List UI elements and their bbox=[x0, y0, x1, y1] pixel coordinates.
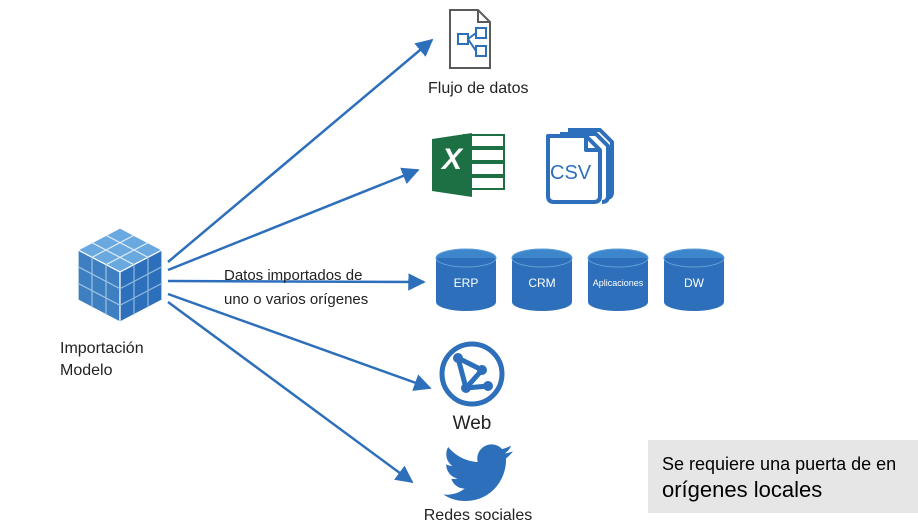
db-label: DW bbox=[660, 276, 728, 290]
db-item: Aplicaciones bbox=[584, 248, 652, 314]
db-item: DW bbox=[660, 248, 728, 314]
csv-text: CSV bbox=[550, 162, 591, 185]
target-dataflow bbox=[444, 6, 504, 81]
source-label-line1: Importación bbox=[60, 338, 144, 360]
target-excel-csv: X CSV bbox=[428, 126, 624, 204]
excel-letter: X bbox=[434, 143, 470, 177]
source-node bbox=[58, 214, 178, 339]
target-databases: ERP CRM Aplicaciones DW bbox=[432, 248, 728, 314]
dataflow-icon bbox=[444, 6, 504, 76]
source-label: Importación Modelo bbox=[60, 338, 144, 381]
db-label: Aplicaciones bbox=[584, 278, 652, 288]
social-label: Redes sociales bbox=[418, 507, 538, 525]
edge-label: Datos importados de uno o varios orígene… bbox=[224, 264, 368, 312]
db-item: ERP bbox=[432, 248, 500, 314]
db-item: CRM bbox=[508, 248, 576, 314]
edge-label-line2: uno o varios orígenes bbox=[224, 288, 368, 312]
web-icon bbox=[438, 340, 506, 408]
target-social: Redes sociales bbox=[418, 444, 538, 525]
note-line1: Se requiere una puerta de en bbox=[662, 454, 902, 475]
db-label: CRM bbox=[508, 276, 576, 290]
source-label-line2: Modelo bbox=[60, 360, 144, 382]
note-box: Se requiere una puerta de en orígenes lo… bbox=[648, 440, 918, 513]
arrow-to-social bbox=[168, 302, 412, 482]
excel-icon: X bbox=[428, 129, 508, 201]
web-label: Web bbox=[438, 413, 506, 435]
twitter-bird-icon bbox=[443, 444, 513, 502]
arrow-to-dataflow bbox=[168, 40, 432, 262]
arrow-to-excel-csv bbox=[168, 170, 418, 270]
note-line2: orígenes locales bbox=[662, 477, 902, 503]
target-web: Web bbox=[438, 340, 506, 435]
dataflow-label: Flujo de datos bbox=[428, 80, 548, 98]
db-label: ERP bbox=[432, 276, 500, 290]
cube-icon bbox=[58, 214, 178, 334]
edge-label-line1: Datos importados de bbox=[224, 264, 368, 288]
csv-icon: CSV bbox=[538, 126, 624, 204]
